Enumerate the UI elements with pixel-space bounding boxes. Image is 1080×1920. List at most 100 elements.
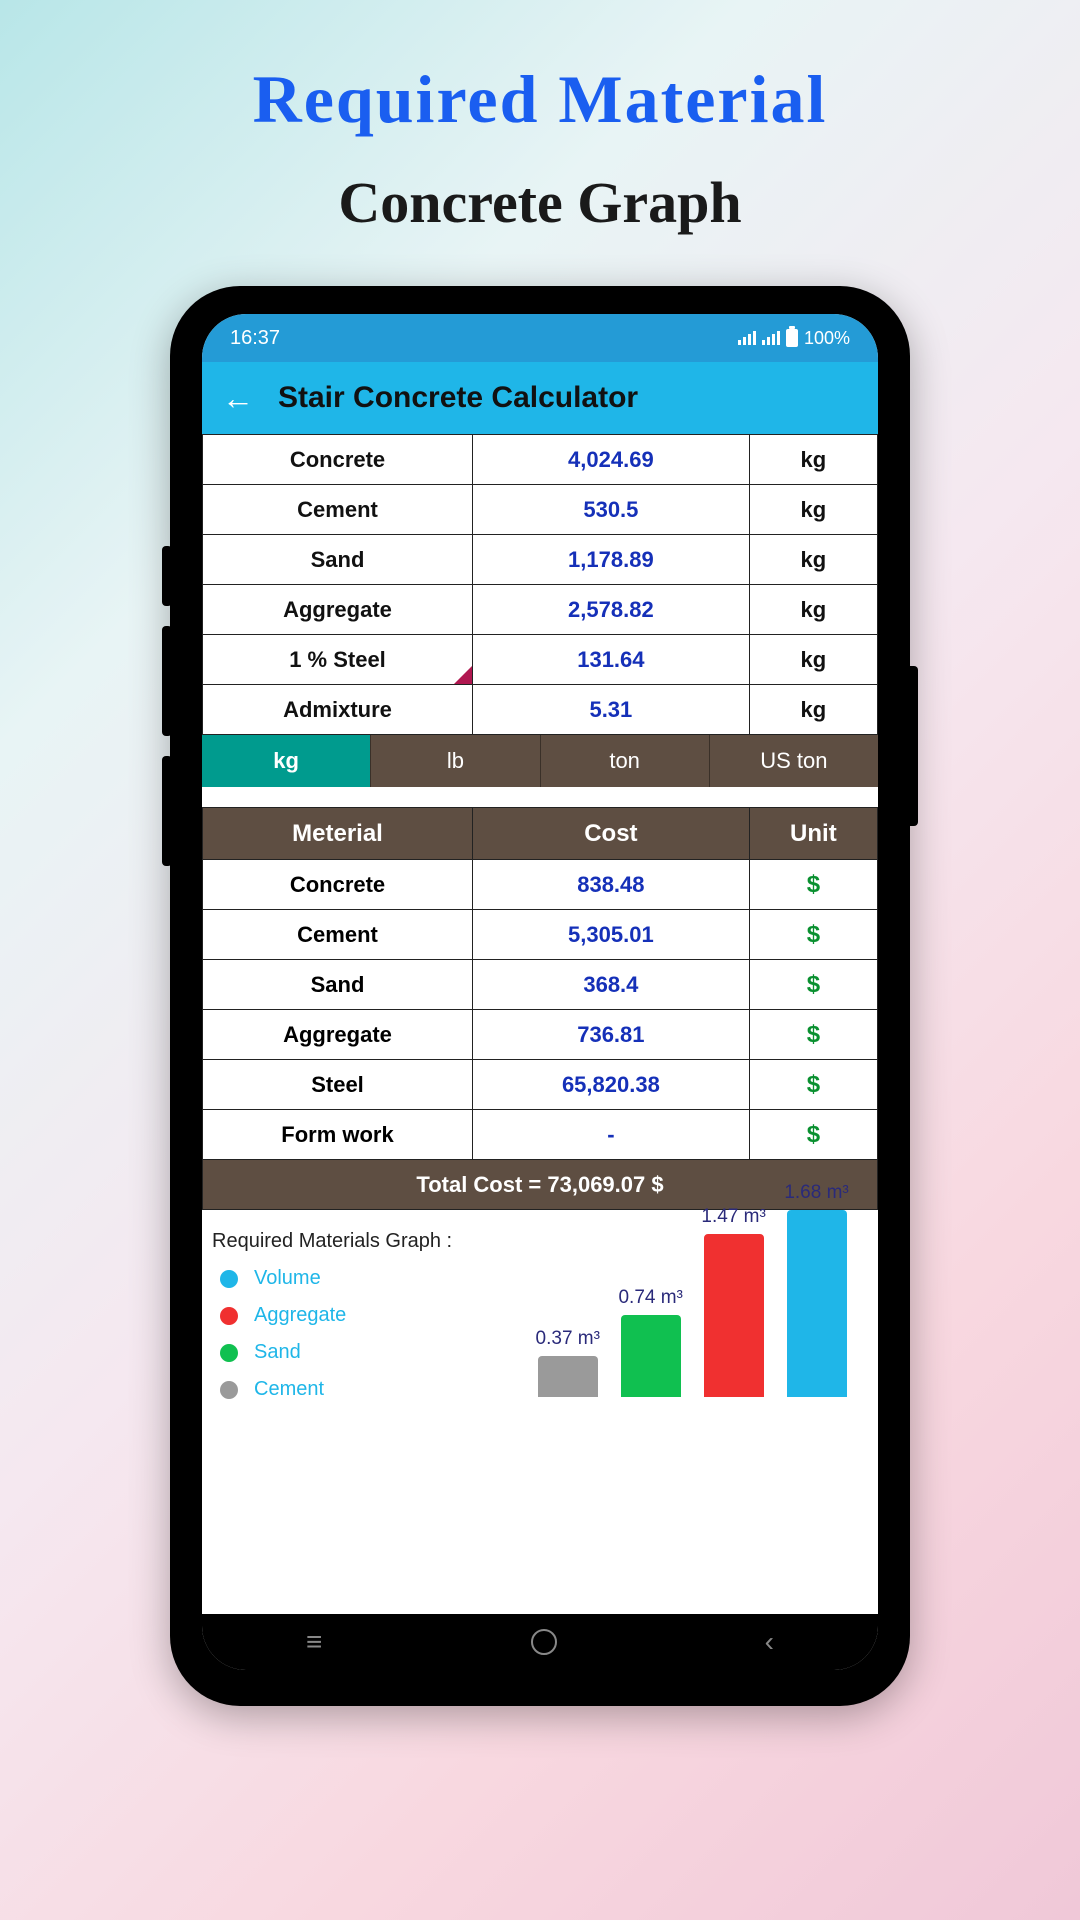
material-value: 5.31 [473,685,750,735]
material-label: Sand [203,535,473,585]
table-row: Sand1,178.89kg [203,535,878,585]
legend-item: Cement [220,1378,346,1401]
legend-item: Sand [220,1341,346,1364]
bar-rect [787,1210,847,1397]
legend-label: Volume [254,1267,321,1290]
battery-icon [786,329,798,347]
cost-currency: $ [749,910,877,960]
cost-value: 736.81 [473,1010,750,1060]
legend-dot-icon [220,1381,238,1399]
phone-power-button [906,666,918,826]
table-row: 1 % Steel131.64kg [203,635,878,685]
page-heading-main: Required Material [253,60,828,139]
cost-value: 838.48 [473,860,750,910]
app-bar: ← Stair Concrete Calculator [202,362,878,434]
cost-currency: $ [749,960,877,1010]
material-unit: kg [749,585,877,635]
phone-side-button [162,546,172,606]
cost-value: 65,820.38 [473,1060,750,1110]
unit-tabs: kglbtonUS ton [202,735,878,787]
chart-bar: 1.68 m³ [784,1182,848,1397]
legend-label: Cement [254,1378,324,1401]
cost-material-label: Sand [203,960,473,1010]
table-row: Admixture5.31kg [203,685,878,735]
table-row: Form work-$ [203,1110,878,1160]
cost-header-cost: Cost [473,808,750,860]
android-nav-bar: ≡ ‹ [202,1614,878,1670]
material-label[interactable]: 1 % Steel [203,635,473,685]
table-row: Steel65,820.38$ [203,1060,878,1110]
cost-table: Meterial Cost Unit Concrete838.48$Cement… [202,807,878,1210]
cost-material-label: Form work [203,1110,473,1160]
legend-label: Aggregate [254,1304,346,1327]
material-unit: kg [749,635,877,685]
table-row: Aggregate736.81$ [203,1010,878,1060]
bar-rect [704,1234,764,1397]
bar-value-label: 1.68 m³ [784,1182,848,1204]
chart-bar: 0.74 m³ [618,1287,682,1397]
content-area: Concrete4,024.69kgCement530.5kgSand1,178… [202,434,878,1614]
materials-table: Concrete4,024.69kgCement530.5kgSand1,178… [202,434,878,735]
back-arrow-icon[interactable]: ← [222,380,254,417]
cost-header-unit: Unit [749,808,877,860]
cost-material-label: Cement [203,910,473,960]
legend-label: Sand [254,1341,301,1364]
cost-material-label: Aggregate [203,1010,473,1060]
back-icon[interactable]: ‹ [765,1626,774,1658]
phone-volume-up [162,626,172,736]
table-row: Aggregate2,578.82kg [203,585,878,635]
legend-item: Volume [220,1267,346,1290]
bar-value-label: 0.37 m³ [536,1328,600,1350]
unit-tab-ton[interactable]: ton [541,735,710,787]
cost-value: 5,305.01 [473,910,750,960]
chart-bar: 1.47 m³ [701,1206,765,1397]
signal-icon [738,331,756,345]
table-row: Concrete4,024.69kg [203,435,878,485]
material-unit: kg [749,435,877,485]
material-unit: kg [749,535,877,585]
material-value: 1,178.89 [473,535,750,585]
cost-currency: $ [749,1010,877,1060]
material-value: 2,578.82 [473,585,750,635]
chart-legend: Volume Aggregate Sand Cement [220,1267,346,1401]
phone-volume-down [162,756,172,866]
unit-tab-lb[interactable]: lb [371,735,540,787]
bar-chart: 0.37 m³ 0.74 m³ 1.47 m³ 1.68 m³ [526,1157,868,1397]
page-heading-sub: Concrete Graph [338,169,741,236]
recent-apps-icon[interactable]: ≡ [306,1626,322,1658]
unit-tab-kg[interactable]: kg [202,735,371,787]
cost-material-label: Steel [203,1060,473,1110]
dropdown-indicator-icon[interactable] [454,666,472,684]
graph-section: Required Materials Graph : VolumeAggrega… [202,1210,878,1401]
material-label: Concrete [203,435,473,485]
chart-bar: 0.37 m³ [536,1328,600,1397]
app-title: Stair Concrete Calculator [278,381,638,415]
table-row: Cement5,305.01$ [203,910,878,960]
cost-value: 368.4 [473,960,750,1010]
home-icon[interactable] [531,1629,557,1655]
bar-rect [538,1356,598,1397]
material-value: 530.5 [473,485,750,535]
material-label: Aggregate [203,585,473,635]
status-bar: 16:37 100% [202,314,878,362]
table-row: Cement530.5kg [203,485,878,535]
legend-dot-icon [220,1270,238,1288]
material-unit: kg [749,685,877,735]
table-row: Sand368.4$ [203,960,878,1010]
screen: 16:37 100% ← Stair Concrete Calculator C… [202,314,878,1670]
legend-dot-icon [220,1344,238,1362]
cost-currency: $ [749,1060,877,1110]
material-label: Admixture [203,685,473,735]
phone-frame: 16:37 100% ← Stair Concrete Calculator C… [170,286,910,1706]
material-unit: kg [749,485,877,535]
status-time: 16:37 [230,327,280,350]
bar-value-label: 1.47 m³ [701,1206,765,1228]
signal-icon [762,331,780,345]
bar-value-label: 0.74 m³ [618,1287,682,1309]
unit-tab-US-ton[interactable]: US ton [710,735,878,787]
cost-material-label: Concrete [203,860,473,910]
battery-percent: 100% [804,328,850,349]
cost-currency: $ [749,860,877,910]
cost-header-material: Meterial [203,808,473,860]
cost-currency: $ [749,1110,877,1160]
